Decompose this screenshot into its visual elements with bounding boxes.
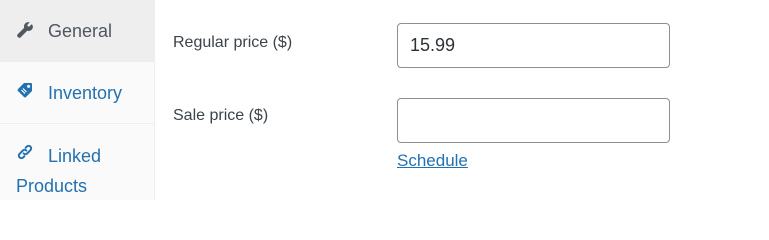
wrench-icon — [16, 21, 34, 39]
tab-inventory[interactable]: Inventory — [0, 62, 155, 124]
sale-price-input[interactable] — [397, 98, 670, 143]
schedule-link[interactable]: Schedule — [397, 150, 468, 172]
tab-general-label: General — [48, 21, 113, 41]
tab-linked-products[interactable]: Linked Products — [0, 124, 155, 200]
sale-price-label: Sale price ($) — [173, 107, 269, 124]
product-data-tabs: General Inventory Linked Products — [0, 0, 155, 200]
tag-icon — [16, 81, 34, 99]
regular-price-label: Regular price ($) — [173, 34, 293, 51]
tab-linked-products-label: Linked Products — [16, 146, 102, 196]
product-data-panel: General Inventory Linked Products Regula… — [0, 0, 769, 200]
tab-inventory-label: Inventory — [48, 83, 123, 103]
tab-general[interactable]: General — [0, 0, 155, 62]
regular-price-input[interactable] — [397, 23, 670, 68]
